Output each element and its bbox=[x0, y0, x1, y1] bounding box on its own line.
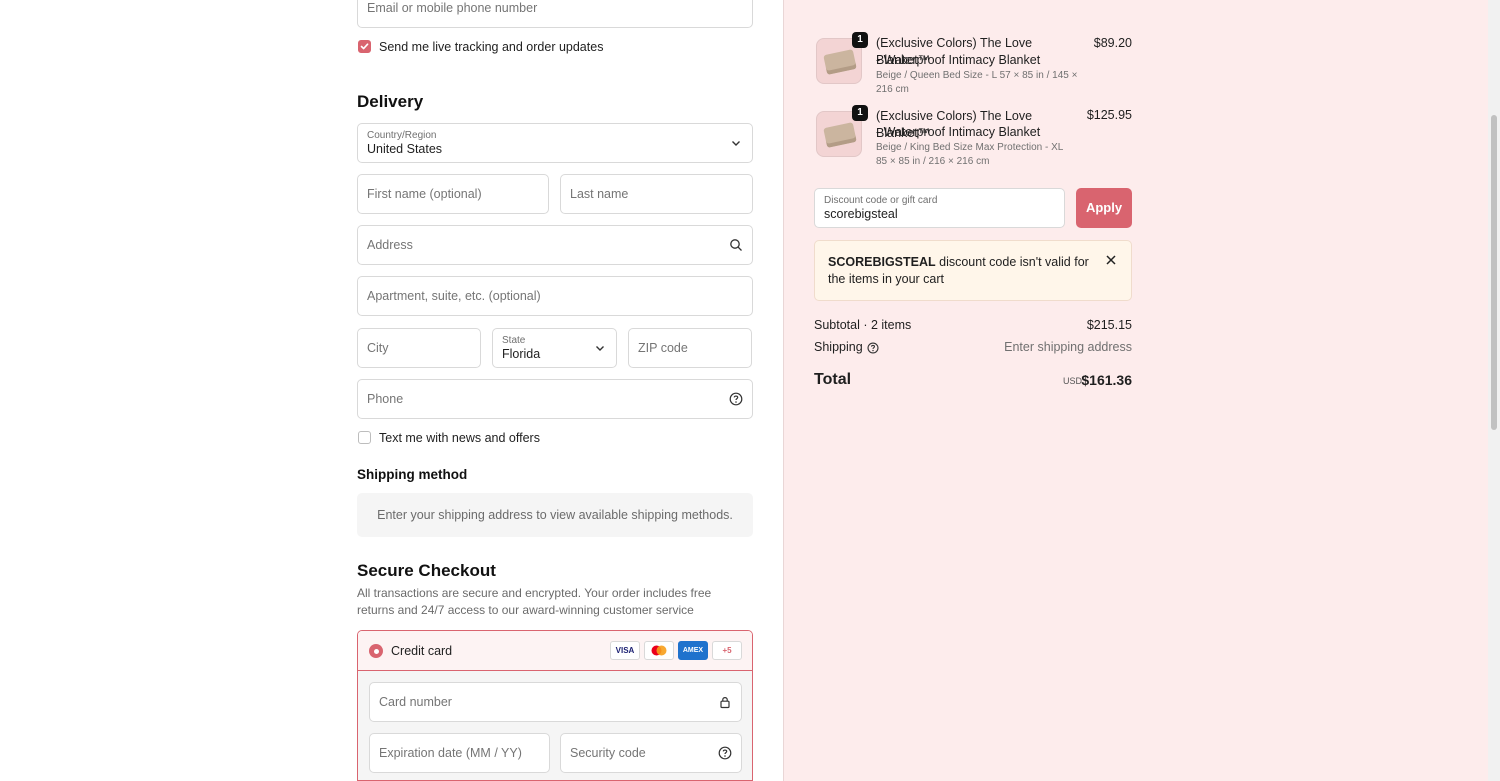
city-field[interactable]: City bbox=[357, 328, 481, 368]
address-placeholder: Address bbox=[367, 238, 413, 252]
secure-checkout-title: Secure Checkout bbox=[357, 561, 496, 580]
card-number-field[interactable]: Card number bbox=[369, 682, 742, 722]
checkout-description-line2: returns and 24/7 access to our award-win… bbox=[357, 603, 694, 617]
first-name-field[interactable]: First name (optional) bbox=[357, 174, 549, 214]
address-field[interactable]: Address bbox=[357, 225, 753, 265]
quantity-badge: 1 bbox=[852, 105, 868, 121]
credit-card-radio[interactable] bbox=[369, 644, 383, 658]
discount-error-notice: SCOREBIGSTEAL discount code isn't valid … bbox=[814, 240, 1132, 301]
phone-placeholder: Phone bbox=[367, 392, 404, 406]
shipping-info-text: Enter your shipping address to view avai… bbox=[377, 508, 733, 522]
country-label: Country/Region bbox=[367, 130, 437, 141]
news-label: Text me with news and offers bbox=[379, 431, 540, 445]
credit-card-option[interactable]: Credit card VISA AMEX +5 bbox=[358, 631, 752, 671]
email-placeholder: Email or mobile phone number bbox=[367, 1, 538, 15]
delivery-title: Delivery bbox=[357, 92, 424, 111]
phone-field[interactable]: Phone bbox=[357, 379, 753, 419]
amex-icon: AMEX bbox=[678, 641, 708, 660]
state-select[interactable]: State Florida bbox=[492, 328, 617, 368]
credit-card-label: Credit card bbox=[391, 644, 453, 658]
help-icon[interactable] bbox=[729, 392, 743, 406]
help-icon[interactable] bbox=[867, 342, 879, 354]
chevron-down-icon bbox=[732, 141, 740, 146]
discount-label: Discount code or gift card bbox=[824, 195, 938, 206]
shipping-method-info: Enter your shipping address to view avai… bbox=[357, 493, 753, 537]
product-price: $89.20 bbox=[1093, 36, 1132, 50]
country-select[interactable]: Country/Region United States bbox=[357, 123, 753, 163]
news-checkbox[interactable] bbox=[358, 431, 371, 444]
checkout-description-line1: All transactions are secure and encrypte… bbox=[357, 586, 712, 600]
expiration-placeholder: Expiration date (MM / YY) bbox=[379, 746, 522, 760]
discount-error-code: SCOREBIGSTEAL bbox=[828, 255, 936, 269]
checkmark-icon bbox=[360, 43, 369, 50]
product-variant-line1: Beige / Queen Bed Size - L 57 × 85 in / … bbox=[876, 70, 1078, 81]
product-variant-line2: 216 cm bbox=[876, 84, 909, 95]
discount-error-message: SCOREBIGSTEAL discount code isn't valid … bbox=[828, 254, 1093, 287]
total-value: $161.36 bbox=[1081, 372, 1132, 388]
chevron-down-icon bbox=[596, 346, 604, 351]
tracking-label: Send me live tracking and order updates bbox=[379, 40, 604, 54]
total-label: Total bbox=[814, 371, 852, 388]
security-code-field[interactable]: Security code bbox=[560, 733, 742, 773]
subtotal-value: $215.15 bbox=[1086, 318, 1132, 332]
search-icon bbox=[730, 239, 742, 251]
shipping-value: Enter shipping address bbox=[1004, 340, 1132, 354]
security-code-placeholder: Security code bbox=[570, 746, 646, 760]
scrollbar[interactable] bbox=[1488, 0, 1500, 781]
lock-icon bbox=[720, 697, 730, 709]
product-price: $125.95 bbox=[1086, 108, 1132, 122]
product-variant-line1: Beige / King Bed Size Max Protection - X… bbox=[876, 142, 1064, 153]
more-cards-badge: +5 bbox=[712, 641, 742, 660]
shipping-label: Shipping bbox=[814, 340, 863, 354]
product-title-line2: - Waterproof Intimacy Blanket bbox=[876, 125, 1041, 139]
zip-field[interactable]: ZIP code bbox=[628, 328, 752, 368]
visa-icon: VISA bbox=[610, 641, 640, 660]
first-name-placeholder: First name (optional) bbox=[367, 187, 482, 201]
tracking-checkbox[interactable] bbox=[358, 40, 371, 53]
checkout-form-panel: Email or mobile phone number Send me liv… bbox=[0, 0, 783, 781]
discount-value: scorebigsteal bbox=[824, 207, 898, 221]
country-value: United States bbox=[367, 142, 443, 156]
subtotal-label: Subtotal · 2 items bbox=[814, 318, 912, 332]
card-number-placeholder: Card number bbox=[379, 695, 452, 709]
product-title-line2: - Waterproof Intimacy Blanket bbox=[876, 53, 1041, 67]
apply-button[interactable]: Apply bbox=[1076, 188, 1132, 228]
state-value: Florida bbox=[502, 347, 541, 361]
zip-placeholder: ZIP code bbox=[638, 341, 688, 355]
last-name-field[interactable]: Last name bbox=[560, 174, 753, 214]
apartment-placeholder: Apartment, suite, etc. (optional) bbox=[367, 289, 541, 303]
apartment-field[interactable]: Apartment, suite, etc. (optional) bbox=[357, 276, 753, 316]
scrollbar-thumb[interactable] bbox=[1491, 115, 1497, 430]
product-variant-line2: 85 × 85 in / 216 × 216 cm bbox=[876, 156, 990, 167]
last-name-placeholder: Last name bbox=[570, 187, 629, 201]
expiration-field[interactable]: Expiration date (MM / YY) bbox=[369, 733, 550, 773]
quantity-badge: 1 bbox=[852, 32, 868, 48]
shipping-method-title: Shipping method bbox=[357, 467, 468, 482]
state-label: State bbox=[502, 335, 526, 346]
close-icon[interactable] bbox=[1105, 254, 1117, 266]
help-icon[interactable] bbox=[718, 746, 732, 760]
mastercard-icon bbox=[644, 641, 674, 660]
payment-method-box: Credit card VISA AMEX +5 Card number Exp… bbox=[357, 630, 753, 781]
city-placeholder: City bbox=[367, 341, 389, 355]
discount-code-field[interactable]: Discount code or gift card scorebigsteal bbox=[814, 188, 1065, 228]
email-field[interactable]: Email or mobile phone number bbox=[357, 0, 753, 28]
